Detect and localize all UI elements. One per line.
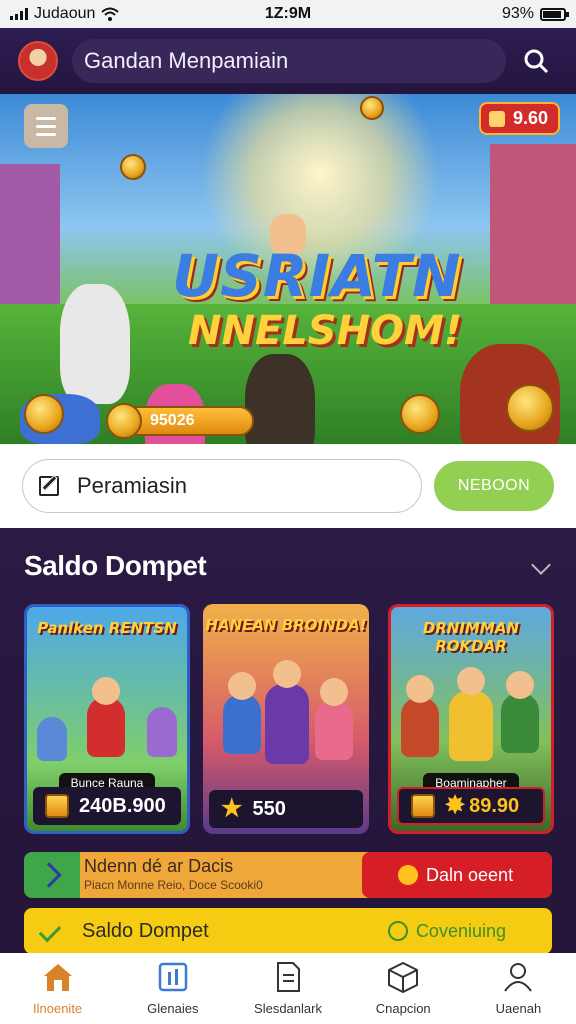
bottom-nav: Ilnoenite Glenaies Slesdanlark Cnapcion … — [0, 953, 576, 1024]
promo-bar-button[interactable]: Daln oeent — [362, 852, 552, 898]
header-search-bar[interactable]: Gandan Menpamiain — [72, 39, 506, 83]
search-icon — [524, 49, 549, 74]
menu-button[interactable] — [24, 104, 68, 148]
game-card-title: Panlken RENTSN — [37, 619, 177, 637]
promo-bar-subtitle: Piacn Monne Reio, Doce Scooki0 — [84, 878, 263, 892]
check-icon — [38, 919, 62, 943]
coin-icon — [106, 403, 142, 439]
currency-badge-value: 9.60 — [512, 108, 548, 128]
nav-item-documents[interactable]: Slesdanlark — [230, 953, 345, 1024]
game-card[interactable]: HANEAN BROINDA! ★ 550 — [203, 604, 369, 834]
battery-percent: 93% — [501, 5, 534, 22]
game-card-value: 240B.900 — [33, 787, 181, 825]
nav-item-profile[interactable]: Uaenah — [461, 953, 576, 1024]
nav-item-home[interactable]: Ilnoenite — [0, 953, 115, 1024]
hero-banner[interactable]: USRIATN NNELSHOM! 9.60 95026 — [0, 94, 576, 444]
home-icon — [43, 964, 72, 991]
app-logo[interactable] — [18, 41, 58, 81]
user-icon — [504, 963, 533, 992]
hero-character — [60, 284, 130, 404]
promo-bar-title: Ndenn dé ar Dacis — [84, 856, 234, 876]
wallet-status-title: Saldo Dompet — [82, 919, 209, 942]
app-header: Gandan Menpamiain — [0, 28, 576, 94]
nav-item-box[interactable]: Cnapcion — [346, 953, 461, 1024]
game-card-value: ★ 550 — [209, 790, 363, 828]
wallet-icon — [45, 794, 69, 818]
status-time: 1Z:9M — [264, 5, 312, 22]
coin-balance-pill[interactable]: 95026 — [106, 403, 254, 439]
star-icon: ✸ — [445, 792, 466, 819]
coin-icon — [120, 154, 146, 180]
hero-title-line2: NNELSHOM! — [188, 308, 463, 354]
currency-badge[interactable]: 9.60 — [478, 102, 560, 135]
game-card[interactable]: Panlken RENTSN Bunce Rauna 240B.900 — [24, 604, 190, 834]
coin-icon — [411, 794, 435, 818]
game-card[interactable]: DRNIMMAN ROKDAR Boaminapher ✸ 89.90 — [388, 604, 554, 834]
wallet-section: Saldo Dompet Panlken RENTSN Bunce Rauna … — [0, 528, 576, 954]
gift-icon — [488, 110, 505, 127]
wallet-title: Saldo Dompet — [24, 550, 207, 581]
game-card-value: ✸ 89.90 — [397, 787, 545, 825]
search-row: Peramiasin NEBOON — [0, 444, 576, 528]
document-icon — [277, 962, 300, 992]
chart-icon — [158, 962, 188, 992]
box-icon — [388, 961, 419, 993]
hero-character — [245, 354, 315, 444]
battery-icon — [540, 7, 569, 21]
promo-bar[interactable]: Ndenn dé ar Dacis Piacn Monne Reio, Doce… — [24, 852, 552, 898]
coin-icon — [400, 394, 440, 434]
status-bar: Judaoun 1Z:9M 93% — [0, 0, 576, 28]
check-circle-icon — [398, 865, 418, 885]
nav-item-stats[interactable]: Glenaies — [115, 953, 230, 1024]
search-input[interactable]: Peramiasin — [22, 459, 422, 513]
star-icon: ★ — [221, 795, 243, 822]
arrow-icon — [36, 862, 62, 888]
game-card-title: DRNIMMAN ROKDAR — [422, 619, 520, 655]
chevron-down-icon[interactable] — [531, 555, 551, 575]
wallet-status-bar[interactable]: Saldo Dompet Coveniuing — [24, 908, 552, 954]
status-circle-icon — [387, 921, 408, 941]
search-submit-button[interactable]: NEBOON — [434, 461, 554, 511]
signal-icon — [10, 8, 28, 20]
coin-icon — [24, 394, 64, 434]
coin-balance-value: 95026 — [150, 412, 195, 429]
wallet-status-value: Coveniuing — [415, 920, 506, 941]
coin-icon — [506, 384, 554, 432]
edit-icon — [39, 476, 59, 496]
carrier-label: Judaoun — [34, 5, 96, 22]
hero-title-line1: USRIATN — [172, 242, 462, 310]
wifi-icon — [101, 7, 120, 21]
game-card-title: HANEAN BROINDA! — [205, 616, 367, 634]
search-button[interactable] — [514, 39, 558, 83]
coin-icon — [360, 96, 384, 120]
search-input-value: Peramiasin — [77, 473, 188, 498]
